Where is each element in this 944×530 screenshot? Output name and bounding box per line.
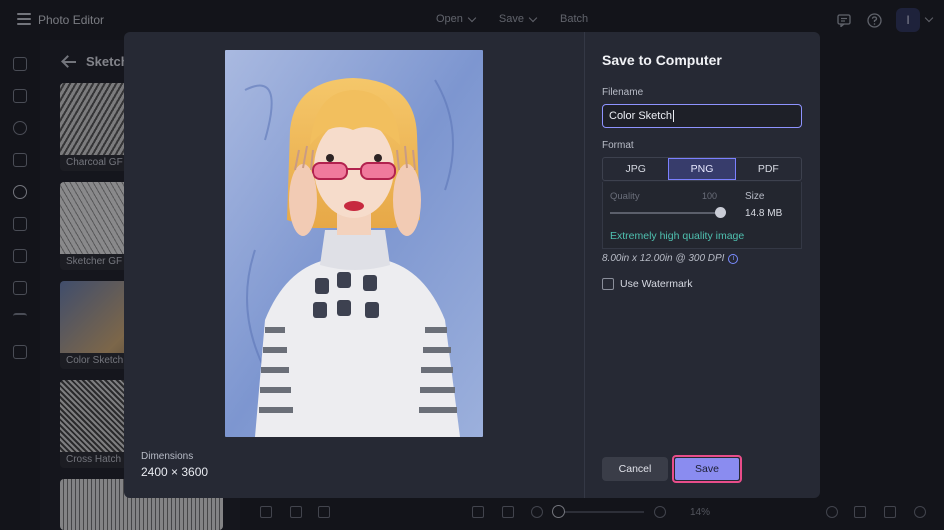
save-dialog: Dimensions 2400 × 3600 Save to Computer … (124, 32, 820, 498)
text-caret (672, 110, 674, 122)
dimensions-label: Dimensions (141, 451, 194, 462)
quality-slider[interactable] (610, 212, 722, 214)
quality-note: Extremely high quality image (610, 230, 745, 242)
dialog-title: Save to Computer (602, 52, 722, 68)
format-label: Format (602, 140, 634, 151)
quality-value: 100 (702, 191, 718, 201)
format-selector: JPG PNG PDF (602, 157, 802, 181)
cancel-button[interactable]: Cancel (602, 457, 668, 481)
preview-area: Dimensions 2400 × 3600 (124, 32, 584, 498)
save-settings: Save to Computer Filename Color Sketch F… (585, 32, 820, 498)
filename-input[interactable]: Color Sketch (602, 104, 802, 128)
watermark-checkbox[interactable] (602, 278, 614, 290)
dimensions-value: 2400 × 3600 (141, 465, 209, 479)
filename-label: Filename (602, 87, 644, 98)
print-size: 8.00in x 12.00in @ 300 DPI i (602, 253, 739, 264)
image-preview (225, 50, 483, 437)
quality-label: Quality (610, 191, 640, 202)
format-pdf[interactable]: PDF (736, 158, 801, 180)
format-png[interactable]: PNG (668, 158, 736, 180)
info-icon[interactable]: i (728, 253, 739, 264)
size-label: Size (745, 191, 765, 202)
save-button[interactable]: Save (675, 458, 739, 480)
quality-panel: Quality 100 Size 14.8 MB Extremely high … (602, 182, 802, 249)
save-button-highlight: Save (672, 455, 742, 483)
quality-slider-handle[interactable] (715, 207, 726, 218)
format-jpg[interactable]: JPG (603, 158, 668, 180)
watermark-option[interactable]: Use Watermark (602, 278, 693, 290)
size-value: 14.8 MB (745, 208, 783, 219)
